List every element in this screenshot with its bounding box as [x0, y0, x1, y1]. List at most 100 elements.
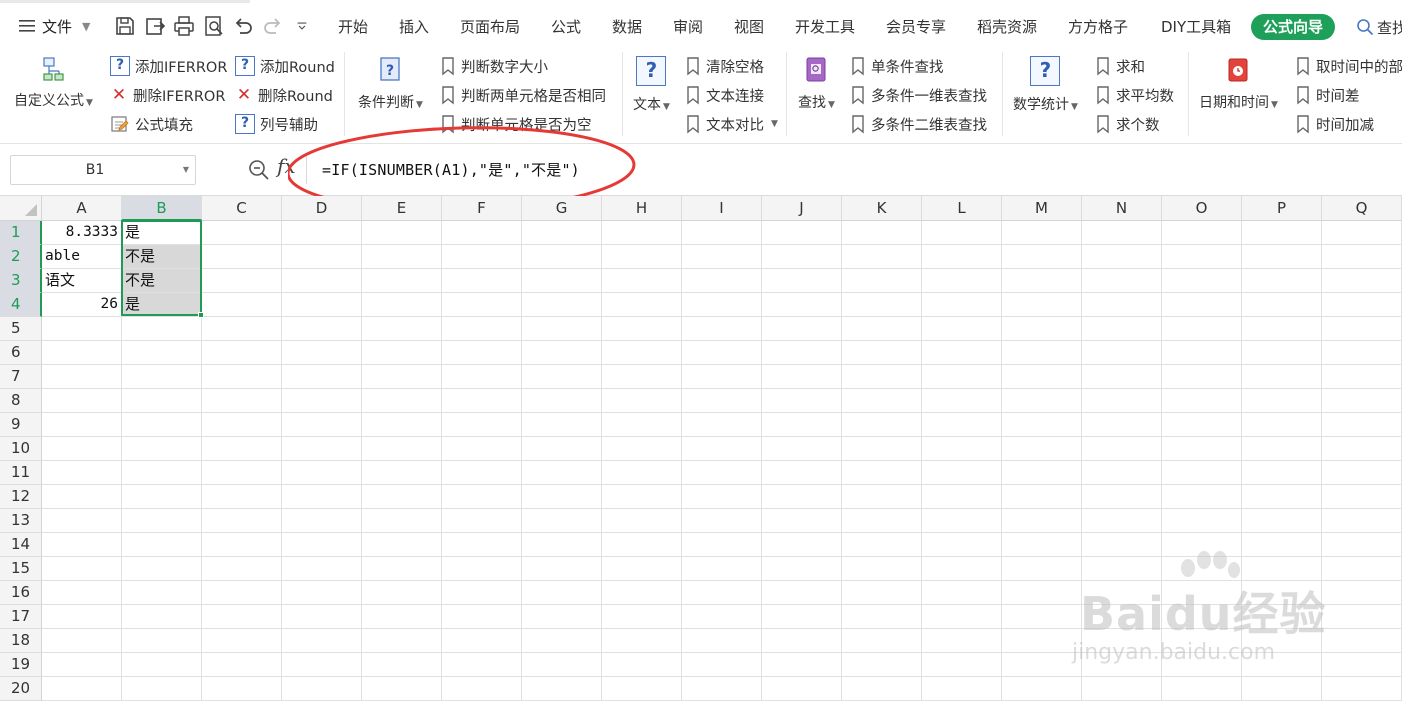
cell-j6[interactable]: [762, 341, 842, 365]
cell-n1[interactable]: [1082, 221, 1162, 245]
cell-b8[interactable]: [122, 389, 202, 413]
column-header-n[interactable]: N: [1082, 196, 1162, 221]
cell-f13[interactable]: [442, 509, 522, 533]
cell-a7[interactable]: [42, 365, 122, 389]
cell-p6[interactable]: [1242, 341, 1322, 365]
cell-c13[interactable]: [202, 509, 282, 533]
cell-l1[interactable]: [922, 221, 1002, 245]
cell-e14[interactable]: [362, 533, 442, 557]
cell-l12[interactable]: [922, 485, 1002, 509]
row-header-6[interactable]: 6: [0, 341, 42, 365]
cell-a11[interactable]: [42, 461, 122, 485]
cell-i19[interactable]: [682, 653, 762, 677]
cell-h4[interactable]: [602, 293, 682, 317]
cell-p1[interactable]: [1242, 221, 1322, 245]
cell-a5[interactable]: [42, 317, 122, 341]
cell-q14[interactable]: [1322, 533, 1402, 557]
cell-a12[interactable]: [42, 485, 122, 509]
cell-p13[interactable]: [1242, 509, 1322, 533]
cell-d9[interactable]: [282, 413, 362, 437]
cell-o15[interactable]: [1162, 557, 1242, 581]
cell-q17[interactable]: [1322, 605, 1402, 629]
cell-b16[interactable]: [122, 581, 202, 605]
formula-input[interactable]: =IF(ISNUMBER(A1),"是","不是"): [322, 159, 580, 180]
redo-button[interactable]: [262, 14, 284, 38]
time-part-button[interactable]: 取时间中的部: [1295, 55, 1402, 77]
cell-b2[interactable]: 不是: [122, 245, 202, 269]
clear-spaces-button[interactable]: 清除空格: [685, 55, 764, 77]
cell-l10[interactable]: [922, 437, 1002, 461]
cell-b12[interactable]: [122, 485, 202, 509]
cell-e17[interactable]: [362, 605, 442, 629]
name-box[interactable]: B1 ▼: [10, 155, 196, 185]
condition-judge-button[interactable]: ? 条件判断 ▼: [358, 56, 423, 112]
cell-m18[interactable]: [1002, 629, 1082, 653]
cell-n14[interactable]: [1082, 533, 1162, 557]
cell-c4[interactable]: [202, 293, 282, 317]
cell-g8[interactable]: [522, 389, 602, 413]
cell-l18[interactable]: [922, 629, 1002, 653]
cell-l17[interactable]: [922, 605, 1002, 629]
cell-k11[interactable]: [842, 461, 922, 485]
tab-formulas[interactable]: 公式: [551, 14, 581, 40]
cell-l11[interactable]: [922, 461, 1002, 485]
cell-m3[interactable]: [1002, 269, 1082, 293]
cell-k20[interactable]: [842, 677, 922, 701]
cell-i7[interactable]: [682, 365, 762, 389]
cell-e4[interactable]: [362, 293, 442, 317]
cell-j14[interactable]: [762, 533, 842, 557]
cell-p7[interactable]: [1242, 365, 1322, 389]
column-header-f[interactable]: F: [442, 196, 522, 221]
column-header-o[interactable]: O: [1162, 196, 1242, 221]
cell-a6[interactable]: [42, 341, 122, 365]
cell-k8[interactable]: [842, 389, 922, 413]
cell-e13[interactable]: [362, 509, 442, 533]
cell-m8[interactable]: [1002, 389, 1082, 413]
multi-condition-1d-lookup-button[interactable]: 多条件一维表查找: [850, 84, 987, 106]
cell-l9[interactable]: [922, 413, 1002, 437]
cell-e2[interactable]: [362, 245, 442, 269]
tab-docer[interactable]: 稻壳资源: [977, 14, 1037, 40]
cell-p9[interactable]: [1242, 413, 1322, 437]
cell-j16[interactable]: [762, 581, 842, 605]
cell-k1[interactable]: [842, 221, 922, 245]
row-header-19[interactable]: 19: [0, 653, 42, 677]
cell-d14[interactable]: [282, 533, 362, 557]
export-button[interactable]: [144, 14, 166, 38]
cell-o5[interactable]: [1162, 317, 1242, 341]
cell-a16[interactable]: [42, 581, 122, 605]
cell-f11[interactable]: [442, 461, 522, 485]
cell-h7[interactable]: [602, 365, 682, 389]
cell-q18[interactable]: [1322, 629, 1402, 653]
cell-g16[interactable]: [522, 581, 602, 605]
cell-l19[interactable]: [922, 653, 1002, 677]
undo-button[interactable]: [232, 14, 254, 38]
cell-o2[interactable]: [1162, 245, 1242, 269]
row-header-11[interactable]: 11: [0, 461, 42, 485]
cell-g19[interactable]: [522, 653, 602, 677]
row-header-8[interactable]: 8: [0, 389, 42, 413]
cell-q11[interactable]: [1322, 461, 1402, 485]
cell-p2[interactable]: [1242, 245, 1322, 269]
cell-c2[interactable]: [202, 245, 282, 269]
cell-m5[interactable]: [1002, 317, 1082, 341]
tab-data[interactable]: 数据: [612, 14, 642, 40]
tab-start[interactable]: 开始: [338, 14, 368, 40]
cell-c12[interactable]: [202, 485, 282, 509]
cell-h20[interactable]: [602, 677, 682, 701]
cell-o17[interactable]: [1162, 605, 1242, 629]
cell-a17[interactable]: [42, 605, 122, 629]
cell-k19[interactable]: [842, 653, 922, 677]
cell-d8[interactable]: [282, 389, 362, 413]
cell-e16[interactable]: [362, 581, 442, 605]
cell-m16[interactable]: [1002, 581, 1082, 605]
cell-a13[interactable]: [42, 509, 122, 533]
cell-j20[interactable]: [762, 677, 842, 701]
cell-e9[interactable]: [362, 413, 442, 437]
cell-h8[interactable]: [602, 389, 682, 413]
cell-b9[interactable]: [122, 413, 202, 437]
cell-o6[interactable]: [1162, 341, 1242, 365]
tab-member[interactable]: 会员专享: [886, 14, 946, 40]
cell-h16[interactable]: [602, 581, 682, 605]
cell-f15[interactable]: [442, 557, 522, 581]
